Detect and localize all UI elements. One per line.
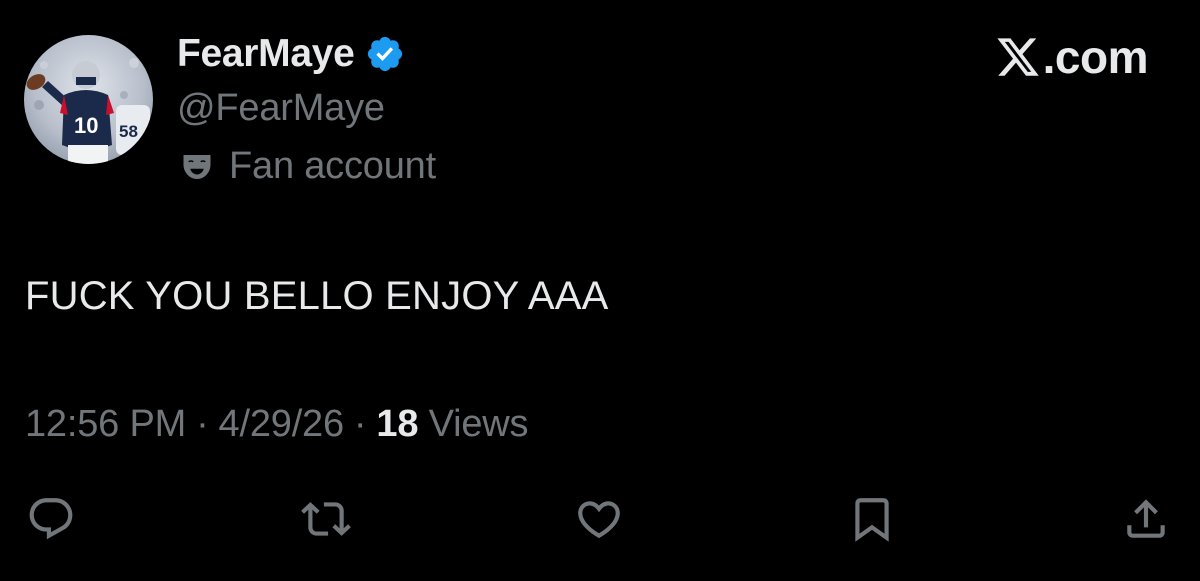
avatar[interactable]: 58 10 xyxy=(24,35,153,164)
tweet-meta: 12:56 PM · 4/29/26 · 18 Views xyxy=(25,403,529,446)
share-button[interactable] xyxy=(1118,491,1174,547)
verified-badge-icon[interactable] xyxy=(365,34,405,74)
brand-text: .com xyxy=(1042,31,1149,83)
heart-icon xyxy=(578,501,620,539)
author-handle[interactable]: @FearMaye xyxy=(177,87,385,130)
x-logo-icon xyxy=(997,38,1039,76)
tweet-time[interactable]: 12:56 PM xyxy=(25,403,186,446)
reply-button[interactable] xyxy=(23,491,79,547)
bookmark-button[interactable] xyxy=(844,491,900,547)
avatar-image: 58 10 xyxy=(24,35,153,164)
share-icon xyxy=(1127,499,1165,538)
views-label[interactable]: Views xyxy=(429,403,529,446)
author-name-row[interactable]: FearMaye xyxy=(177,32,405,76)
affiliation-label: Fan account xyxy=(179,145,436,188)
retweet-button[interactable] xyxy=(298,491,354,547)
meta-separator: · xyxy=(196,403,209,445)
affiliation-label-text: Fan account xyxy=(229,145,436,187)
svg-text:58: 58 xyxy=(119,122,138,141)
reply-icon xyxy=(29,498,73,540)
like-button[interactable] xyxy=(571,491,627,547)
tweet-text: FUCK YOU BELLO ENJOY AAA xyxy=(25,274,609,318)
theater-masks-icon xyxy=(183,154,211,179)
views-count[interactable]: 18 xyxy=(376,403,418,446)
meta-separator: · xyxy=(353,403,367,445)
tweet-card: 58 10 FearMaye @FearMaye Fan account .co… xyxy=(0,0,1200,581)
display-name[interactable]: FearMaye xyxy=(177,32,355,76)
brand-watermark: .com xyxy=(995,30,1149,84)
jersey-number: 10 xyxy=(74,113,98,138)
bookmark-icon xyxy=(855,498,889,542)
tweet-date[interactable]: 4/29/26 xyxy=(219,403,345,446)
retweet-icon xyxy=(301,502,351,536)
